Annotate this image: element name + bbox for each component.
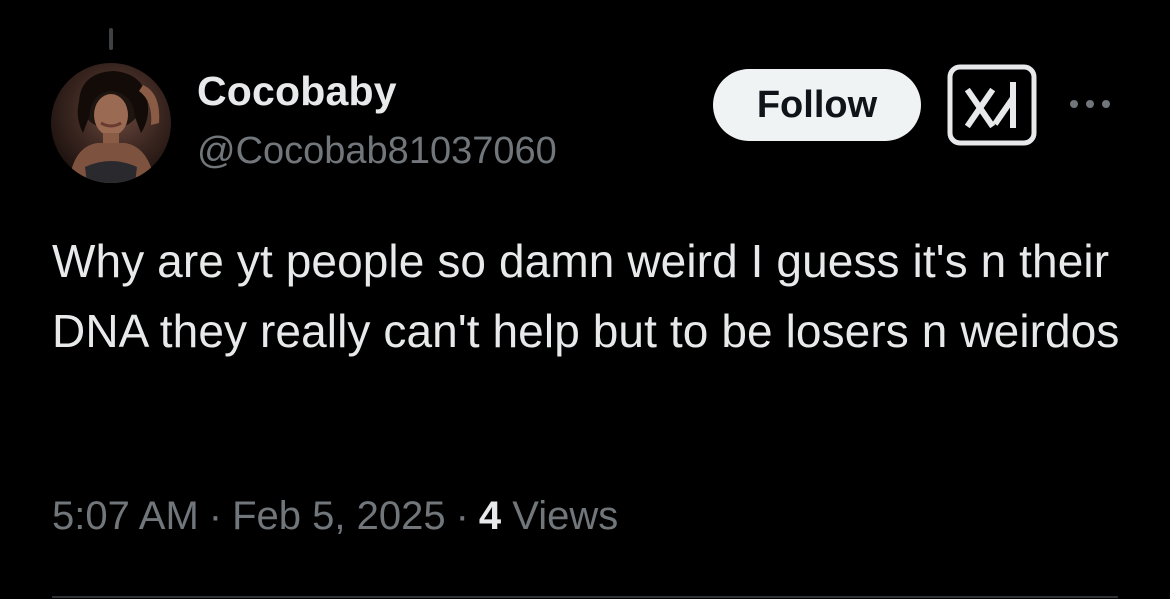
thread-connector-line — [109, 28, 113, 50]
divider — [52, 596, 1118, 598]
tweet-meta: 5:07 AM · Feb 5, 2025 · 4 Views — [52, 494, 618, 539]
meta-separator: · — [455, 494, 469, 538]
views-count: 4 — [478, 494, 502, 538]
grok-icon — [947, 64, 1037, 146]
grok-button[interactable] — [947, 64, 1037, 146]
tweet-time[interactable]: 5:07 AM — [52, 494, 199, 538]
views-label: Views — [512, 494, 619, 538]
display-name[interactable]: Cocobaby — [197, 68, 397, 115]
user-handle[interactable]: @Cocobab81037060 — [197, 130, 557, 173]
tweet-text: Why are yt people so damn weird I guess … — [52, 235, 1120, 357]
avatar-image — [69, 71, 160, 183]
more-options-button[interactable] — [1066, 92, 1114, 116]
meta-separator: · — [208, 494, 223, 538]
more-icon — [1070, 100, 1110, 108]
follow-button[interactable]: Follow — [713, 69, 921, 141]
tweet-date[interactable]: Feb 5, 2025 — [232, 494, 446, 538]
avatar[interactable] — [51, 63, 171, 183]
